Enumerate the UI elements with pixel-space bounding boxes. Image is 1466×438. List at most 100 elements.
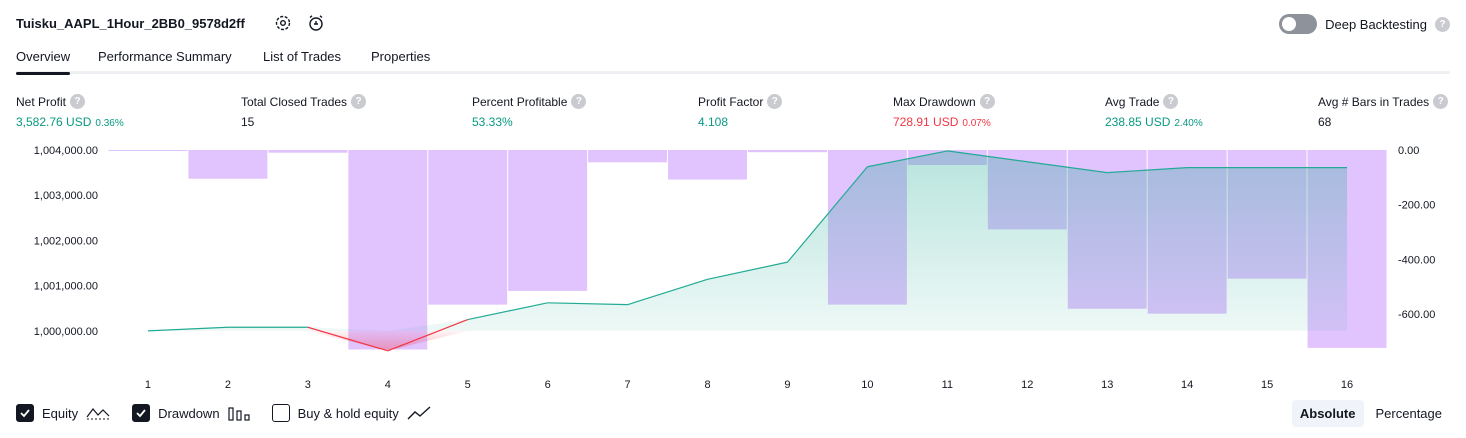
metric-value: 4.108 (698, 115, 729, 129)
metric-label: Percent Profitable (472, 94, 568, 109)
metric-avg-bars-in-trades: Avg # Bars in Trades? 68 (1318, 94, 1449, 129)
view-mode-switch: Absolute Percentage (1291, 400, 1451, 427)
drawdown-bar (108, 150, 188, 151)
right-axis-tick-label: 0.00 (1398, 145, 1419, 157)
metric-profit-factor: Profit Factor? 4.108 (698, 94, 783, 129)
right-axis: 0.00 -200.00 -400.00 -600.00 (1398, 145, 1435, 321)
absolute-button[interactable]: Absolute (1291, 400, 1364, 427)
deep-backtesting-toggle[interactable] (1279, 14, 1318, 34)
toggle-knob (1282, 17, 1297, 31)
metric-percent: 0.36% (95, 118, 124, 129)
equity-area (147, 150, 1348, 351)
tab-overview[interactable]: Overview (16, 49, 71, 75)
x-axis-tick-label: 8 (704, 379, 710, 391)
help-icon[interactable]: ? (1433, 94, 1449, 109)
drawdown-bar (268, 150, 348, 153)
chart-legend: Equity Drawdown Buy & hold equity (16, 404, 453, 422)
percentage-button[interactable]: Percentage (1368, 400, 1451, 427)
metric-percent: 0.07% (962, 118, 991, 129)
metric-avg-trade: Avg Trade? 238.85 USD 2.40% (1105, 94, 1203, 129)
drawdown-bar (588, 150, 668, 163)
x-axis-tick-label: 16 (1341, 379, 1353, 391)
drawdown-bar (668, 150, 747, 180)
equity-checkbox[interactable] (16, 404, 34, 422)
x-axis-tick-label: 4 (385, 379, 391, 391)
x-axis-tick-label: 7 (625, 379, 631, 391)
left-axis-tick-label: 1,002,000.00 (34, 235, 98, 247)
drawdown-bar (188, 150, 268, 179)
settings-gear-icon[interactable] (274, 14, 292, 32)
x-axis-tick-label: 13 (1101, 379, 1113, 391)
metric-net-profit: Net Profit? 3,582.76 USD 0.36% (16, 94, 124, 129)
help-icon[interactable]: ? (1435, 16, 1450, 32)
drawdown-bars-icon (227, 407, 250, 421)
metric-label: Total Closed Trades (241, 94, 348, 109)
metric-value: 15 (241, 115, 255, 129)
legend-label: Drawdown (158, 405, 220, 421)
buyhold-line-icon (407, 406, 431, 420)
x-axis-tick-label: 6 (545, 379, 551, 391)
add-alert-icon[interactable] (307, 14, 325, 32)
left-axis-tick-label: 1,003,000.00 (34, 190, 98, 202)
x-axis: 1 2 3 4 5 6 7 8 9 10 11 12 13 14 15 16 (145, 379, 1353, 391)
tab-performance-summary[interactable]: Performance Summary (98, 49, 232, 64)
left-axis-tick-label: 1,004,000.00 (34, 145, 98, 157)
right-axis-tick-label: -400.00 (1398, 254, 1435, 266)
x-axis-tick-label: 2 (225, 379, 231, 391)
x-axis-tick-label: 3 (305, 379, 311, 391)
metric-max-drawdown: Max Drawdown? 728.91 USD 0.07% (893, 94, 995, 129)
metric-percent: 2.40% (1174, 118, 1203, 129)
tab-bar: Overview Performance Summary List of Tra… (16, 48, 1450, 75)
legend-drawdown[interactable]: Drawdown (132, 404, 250, 422)
metric-value: 53.33% (472, 115, 513, 129)
metric-label: Profit Factor (698, 94, 764, 109)
legend-buy-hold[interactable]: Buy & hold equity (271, 404, 431, 422)
tab-list-of-trades[interactable]: List of Trades (263, 49, 341, 64)
x-axis-tick-label: 14 (1181, 379, 1193, 391)
x-axis-tick-label: 11 (942, 379, 953, 391)
checkmark-icon (20, 409, 30, 418)
metric-label: Avg # Bars in Trades (1318, 94, 1430, 109)
metric-value: 68 (1318, 115, 1332, 129)
help-icon[interactable]: ? (767, 94, 783, 109)
help-icon[interactable]: ? (571, 94, 587, 109)
buy-hold-checkbox[interactable] (271, 404, 290, 422)
metric-label: Max Drawdown (893, 94, 976, 109)
right-axis-tick-label: -200.00 (1398, 200, 1435, 212)
left-axis-tick-label: 1,001,000.00 (34, 281, 98, 293)
metric-value: 238.85 USD (1105, 115, 1171, 129)
drawdown-bar (748, 150, 827, 153)
x-axis-tick-label: 10 (861, 379, 873, 391)
x-axis-tick-label: 1 (145, 379, 151, 391)
metric-value: 728.91 USD (893, 115, 959, 129)
legend-label: Buy & hold equity (297, 405, 399, 421)
metric-value: 3,582.76 USD (16, 115, 92, 129)
equity-drawdown-chart[interactable]: 1,004,000.00 1,003,000.00 1,002,000.00 1,00… (0, 140, 1466, 396)
drawdown-bar (428, 150, 508, 305)
drawdown-checkbox[interactable] (132, 404, 151, 422)
metric-percent-profitable: Percent Profitable? 53.33% (472, 94, 587, 129)
x-axis-tick-label: 9 (784, 379, 790, 391)
left-axis: 1,004,000.00 1,003,000.00 1,002,000.00 1,00… (34, 145, 98, 338)
tab-properties[interactable]: Properties (371, 49, 430, 64)
deep-backtesting-control: Deep Backtesting ? (1279, 14, 1450, 34)
checkmark-icon (136, 409, 146, 418)
help-icon[interactable]: ? (979, 94, 995, 109)
x-axis-tick-label: 12 (1021, 379, 1033, 391)
metric-label: Net Profit (16, 94, 67, 109)
x-axis-tick-label: 15 (1261, 379, 1273, 391)
help-icon[interactable]: ? (1163, 94, 1179, 109)
strategy-title: Tuisku_AAPL_1Hour_2BB0_9578d2ff (16, 16, 245, 31)
drawdown-bar (348, 150, 428, 350)
drawdown-bar (508, 150, 588, 291)
equity-line-icon (86, 408, 110, 420)
left-axis-tick-label: 1,000,000.00 (34, 326, 98, 338)
help-icon[interactable]: ? (70, 94, 86, 109)
help-icon[interactable]: ? (351, 94, 367, 109)
metric-label: Avg Trade (1105, 94, 1160, 109)
x-axis-tick-label: 5 (465, 379, 471, 391)
equity-area-fill (147, 150, 1348, 331)
deep-backtesting-label: Deep Backtesting (1325, 16, 1427, 32)
legend-equity[interactable]: Equity (16, 404, 110, 422)
legend-label: Equity (42, 405, 79, 421)
